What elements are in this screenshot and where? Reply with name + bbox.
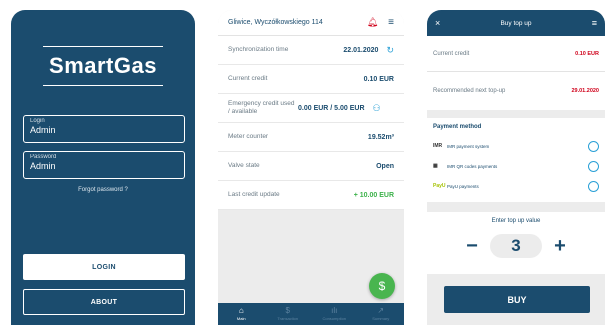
list-item-current-credit: Current credit 0.10 EUR	[218, 65, 404, 94]
topup-value-stepper: − 3 +	[427, 234, 605, 258]
hamburger-menu-icon[interactable]: ≡	[388, 17, 394, 28]
login-field-value[interactable]: Admin	[30, 125, 178, 135]
page-title: Buy top up	[500, 19, 532, 27]
row-label: Last credit update	[228, 191, 280, 199]
row-value: 0.10 EUR	[363, 75, 394, 83]
current-credit-label: Current credit	[433, 50, 470, 57]
nav-item-main[interactable]: ⌂ Main	[218, 303, 265, 325]
nav-label: Summary	[372, 316, 390, 321]
password-field-value[interactable]: Admin	[30, 161, 178, 171]
list-item-emergency-credit: Emergency credit used / available 0.00 E…	[218, 94, 404, 123]
nav-item-consumption[interactable]: ılı Consumption	[311, 303, 358, 325]
increment-button[interactable]: +	[542, 235, 578, 258]
login-field-label: Login	[30, 118, 45, 124]
row-value: 0.00 EUR / 5.00 EUR	[298, 104, 365, 112]
dollar-icon: $	[285, 306, 290, 315]
list-item-sync-time: Synchronization time 22.01.2020 ↻	[218, 36, 404, 65]
forgot-password-link[interactable]: Forgot password ?	[11, 187, 195, 193]
row-label: Emergency credit used / available	[228, 100, 295, 115]
payment-option-imr-qr[interactable]: ▦ IMR QR codes payments	[433, 156, 599, 176]
nav-label: Consumption	[322, 316, 347, 321]
current-credit-value: 0.10 EUR	[575, 50, 599, 57]
row-label: Current credit	[228, 75, 268, 83]
recommended-value: 29.01.2020	[571, 88, 599, 94]
payment-radio[interactable]	[588, 160, 599, 172]
bell-icon[interactable]: 🔔︎	[367, 17, 378, 28]
list-item-last-credit-update: Last credit update + 10.00 EUR	[218, 181, 404, 210]
row-value: 19.52m³	[367, 133, 394, 141]
login-button[interactable]: LOGIN	[23, 254, 185, 280]
about-button[interactable]: ABOUT	[23, 289, 185, 315]
payment-radio[interactable]	[588, 180, 599, 192]
main-screen: Gliwice, Wyczółkowskiego 114 🔔︎ ≡ Synchr…	[218, 10, 404, 325]
payment-option-payu[interactable]: PayU PayU payments	[433, 176, 599, 196]
bottom-nav: ⌂ Main $ Transaction ılı Consumption ↗ S…	[218, 303, 404, 325]
row-label: Valve state	[228, 162, 260, 170]
list-item-meter-counter: Meter counter 19.52m³	[218, 123, 404, 152]
emergency-credit-icon[interactable]: ⚇	[373, 103, 381, 114]
qr-code-icon: ▦	[433, 163, 438, 169]
row-label: Meter counter	[228, 133, 269, 141]
buy-button[interactable]: BUY	[444, 286, 590, 313]
recommended-topup-row: Recommended next top-up 29.01.2020	[427, 72, 605, 110]
home-icon: ⌂	[238, 306, 244, 315]
close-icon[interactable]: ×	[435, 18, 455, 28]
payment-method-heading: Payment method	[433, 124, 482, 130]
topup-value-heading: Enter top up value	[491, 218, 541, 224]
smartgas-logo: SmartGas	[43, 46, 163, 86]
address-title: Gliwice, Wyczółkowskiego 114	[228, 19, 323, 26]
password-field-label: Password	[30, 154, 57, 160]
decrement-button[interactable]: −	[454, 235, 490, 258]
row-value: Open	[376, 162, 394, 170]
meter-info-list: Synchronization time 22.01.2020 ↻ Curren…	[218, 36, 404, 210]
trend-icon: ↗	[377, 306, 385, 315]
payment-option-label: IMR QR codes payments	[447, 163, 498, 169]
topup-value-field[interactable]: 3	[490, 234, 542, 258]
nav-item-summary[interactable]: ↗ Summary	[358, 303, 405, 325]
login-screen: SmartGas Login Admin Password Admin Forg…	[11, 10, 195, 325]
imr-logo-icon: IMR	[433, 143, 443, 149]
payment-option-label: IMR payment system	[447, 143, 490, 149]
main-header: Gliwice, Wyczółkowskiego 114 🔔︎ ≡	[218, 10, 404, 36]
nav-label: Transaction	[277, 316, 299, 321]
buy-credit-fab-button[interactable]: $	[369, 273, 395, 299]
row-label: Synchronization time	[228, 46, 289, 54]
password-field[interactable]: Password Admin	[23, 151, 185, 179]
payu-logo-icon: PayU	[433, 183, 446, 189]
bar-chart-icon: ılı	[331, 306, 338, 315]
current-credit-row: Current credit 0.10 EUR	[427, 36, 605, 72]
buy-topup-screen: × Buy top up ≡ Current credit 0.10 EUR R…	[427, 10, 605, 325]
list-item-valve-state: Valve state Open	[218, 152, 404, 181]
login-field[interactable]: Login Admin	[23, 115, 185, 143]
recommended-label: Recommended next top-up	[433, 88, 506, 94]
row-value: + 10.00 EUR	[353, 191, 394, 199]
nav-item-transaction[interactable]: $ Transaction	[265, 303, 312, 325]
refresh-icon[interactable]: ↻	[386, 45, 394, 56]
row-value: 22.01.2020	[343, 46, 379, 54]
payment-method-section: Payment method IMR IMR payment system ▦ …	[427, 118, 605, 202]
hamburger-menu-icon[interactable]: ≡	[577, 18, 597, 28]
topup-header: × Buy top up ≡	[427, 10, 605, 36]
payment-radio[interactable]	[588, 140, 599, 152]
payment-option-label: PayU payments	[447, 183, 479, 189]
nav-label: Main	[236, 316, 246, 321]
payment-option-imr[interactable]: IMR IMR payment system	[433, 136, 599, 156]
topup-value-section: Enter top up value − 3 +	[427, 212, 605, 274]
